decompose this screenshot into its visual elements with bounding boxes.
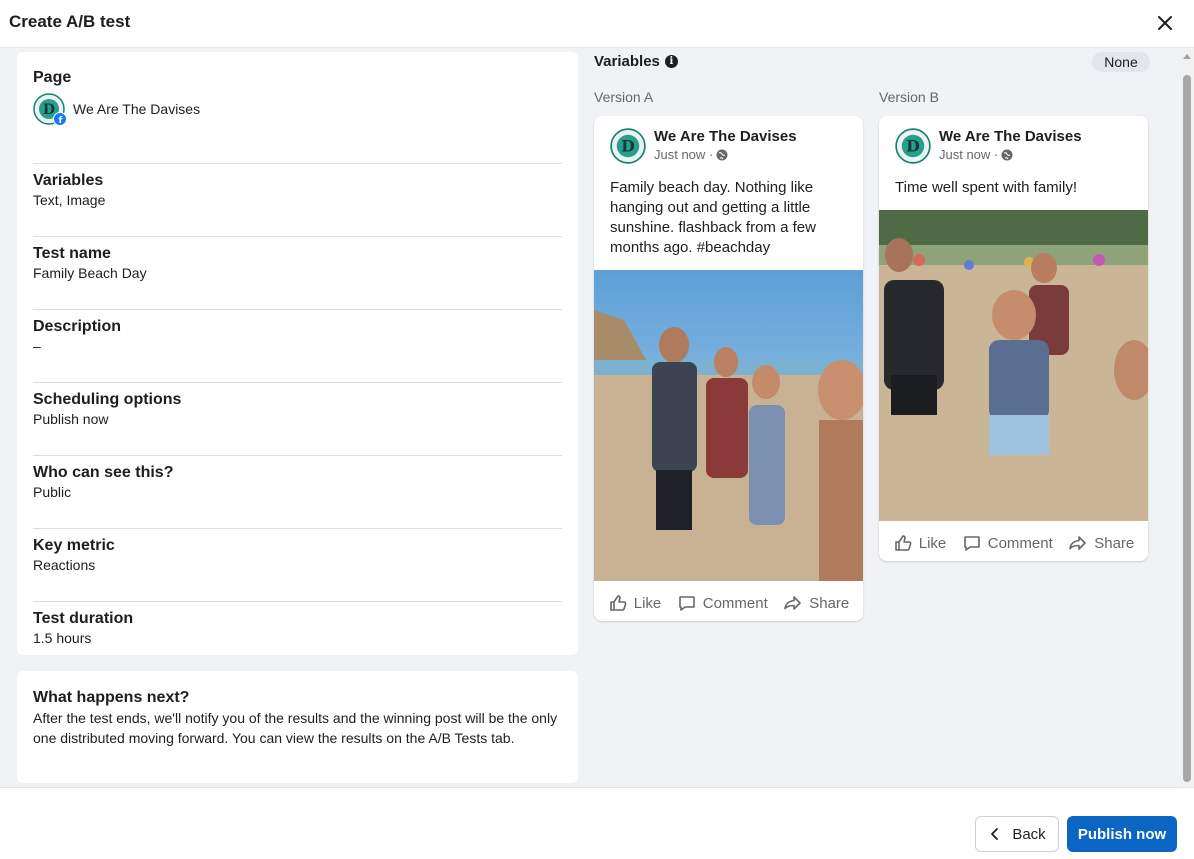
summary-value: Publish now xyxy=(33,411,109,427)
facebook-badge-icon: f xyxy=(53,112,67,126)
scrollbar-thumb[interactable] xyxy=(1183,75,1191,782)
thumbs-up-icon xyxy=(609,595,627,611)
post-page-name: We Are The Davises xyxy=(939,128,1082,145)
globe-icon xyxy=(1001,149,1013,161)
back-button[interactable]: Back xyxy=(975,816,1059,852)
summary-row-variables: Variables Text, Image xyxy=(33,164,562,237)
dialog-footer: Back Publish now xyxy=(0,787,1194,859)
svg-text:D: D xyxy=(906,137,920,156)
summary-label: Scheduling options xyxy=(33,391,182,408)
page-name: We Are The Davises xyxy=(73,101,201,117)
version-a-label: Version A xyxy=(594,89,654,105)
share-button[interactable]: Share xyxy=(783,593,849,613)
post-time: Just now · xyxy=(939,147,999,162)
scroll-up-arrow-icon[interactable] xyxy=(1183,54,1191,59)
post-header: D We Are The Davises Just now · xyxy=(594,116,863,168)
back-label: Back xyxy=(1012,825,1046,843)
post-actions: Like Comment Share xyxy=(594,581,863,621)
dialog-header: Create A/B test xyxy=(0,0,1194,48)
post-page-name: We Are The Davises xyxy=(654,128,797,145)
comment-button[interactable]: Comment xyxy=(962,533,1053,553)
variable-selector-pill[interactable]: None xyxy=(1092,52,1150,72)
post-preview-b: D We Are The Davises Just now · Time wel… xyxy=(879,116,1148,561)
comment-label: Comment xyxy=(702,594,768,612)
post-image xyxy=(879,210,1148,521)
post-meta: Just now · xyxy=(939,146,1082,164)
summary-card: Page D f We Are The Davises Variables Te… xyxy=(17,52,578,655)
comment-label: Comment xyxy=(987,534,1053,552)
post-text: Family beach day. Nothing like hanging o… xyxy=(610,179,816,256)
close-icon[interactable] xyxy=(1154,12,1176,34)
summary-label: Who can see this? xyxy=(33,464,174,481)
scrollbar[interactable] xyxy=(1180,48,1194,800)
comment-button[interactable]: Comment xyxy=(677,593,768,613)
post-header: D We Are The Davises Just now · xyxy=(879,116,1148,168)
share-icon xyxy=(1069,536,1087,550)
like-label: Like xyxy=(633,594,662,612)
summary-value: – xyxy=(33,338,41,354)
summary-label: Test duration xyxy=(33,610,134,627)
summary-row-duration: Test duration 1.5 hours xyxy=(33,602,562,675)
summary-row-key-metric: Key metric Reactions xyxy=(33,529,562,602)
next-body: After the test ends, we'll notify you of… xyxy=(33,710,558,746)
globe-icon xyxy=(716,149,728,161)
chevron-left-icon xyxy=(991,828,999,840)
svg-text:D: D xyxy=(621,137,635,156)
post-text: Time well spent with family! xyxy=(895,179,1077,196)
publish-now-button[interactable]: Publish now xyxy=(1067,816,1177,852)
thumbs-up-icon xyxy=(894,535,912,551)
share-icon xyxy=(784,596,802,610)
share-label: Share xyxy=(1094,534,1135,552)
variables-heading: Variables i xyxy=(594,53,678,70)
summary-row-audience: Who can see this? Public xyxy=(33,456,562,529)
like-button[interactable]: Like xyxy=(893,533,947,553)
page-logo-icon: D xyxy=(895,128,931,164)
dialog-body: Page D f We Are The Davises Variables Te… xyxy=(0,48,1180,787)
summary-label: Key metric xyxy=(33,537,115,554)
summary-label: Page xyxy=(33,69,72,86)
next-title: What happens next? xyxy=(33,689,190,706)
post-time: Just now · xyxy=(654,147,714,162)
variables-heading-label: Variables xyxy=(594,53,660,70)
summary-value: 1.5 hours xyxy=(33,630,92,646)
summary-value: Reactions xyxy=(33,557,96,573)
page-logo-icon: D xyxy=(610,128,646,164)
summary-row-page: Page D f We Are The Davises xyxy=(33,68,562,164)
post-actions: Like Comment Share xyxy=(879,521,1148,561)
version-b-label: Version B xyxy=(879,89,939,105)
what-happens-next-card: What happens next? After the test ends, … xyxy=(17,671,578,783)
post-preview-a: D We Are The Davises Just now · Family b… xyxy=(594,116,863,621)
summary-value: Public xyxy=(33,484,72,500)
summary-row-description: Description – xyxy=(33,310,562,383)
post-image xyxy=(594,270,863,581)
summary-label: Test name xyxy=(33,245,111,262)
comment-icon xyxy=(963,536,980,551)
summary-label: Description xyxy=(33,318,122,335)
dialog-title: Create A/B test xyxy=(9,12,131,31)
share-button[interactable]: Share xyxy=(1068,533,1134,553)
summary-value: Family Beach Day xyxy=(33,265,147,281)
summary-row-scheduling: Scheduling options Publish now xyxy=(33,383,562,456)
like-label: Like xyxy=(918,534,947,552)
page-avatar: D f xyxy=(33,93,67,126)
page-identity: D f We Are The Davises xyxy=(33,93,562,126)
like-button[interactable]: Like xyxy=(608,593,662,613)
summary-label: Variables xyxy=(33,172,104,189)
comment-icon xyxy=(678,596,695,611)
svg-text:f: f xyxy=(59,116,63,126)
share-label: Share xyxy=(809,594,850,612)
summary-value: Text, Image xyxy=(33,192,106,208)
post-meta: Just now · xyxy=(654,146,797,164)
info-icon[interactable]: i xyxy=(664,55,678,68)
summary-row-test-name: Test name Family Beach Day xyxy=(33,237,562,310)
